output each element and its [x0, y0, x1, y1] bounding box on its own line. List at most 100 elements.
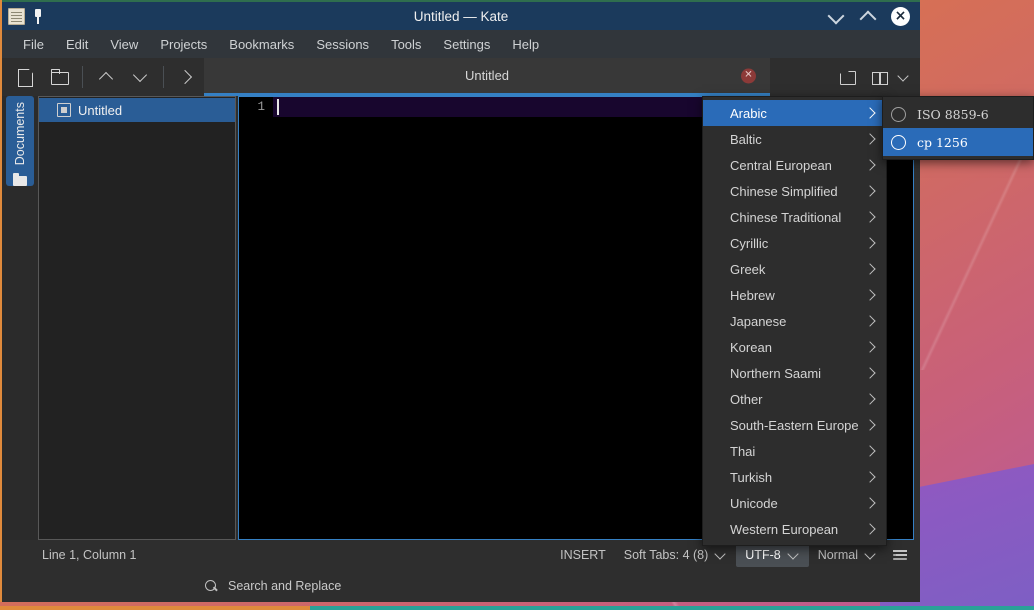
chevron-right-icon — [866, 368, 876, 378]
search-replace-button[interactable]: Search and Replace — [204, 579, 341, 594]
menu-projects[interactable]: Projects — [149, 33, 218, 56]
chevron-right-icon — [866, 394, 876, 404]
menu-item-japanese[interactable]: Japanese — [703, 308, 886, 334]
menu-sessions[interactable]: Sessions — [305, 33, 380, 56]
menu-item-label: Japanese — [730, 313, 787, 329]
menu-item-label: Hebrew — [730, 287, 775, 303]
menu-help[interactable]: Help — [501, 33, 550, 56]
titlebar: Untitled — Kate × — [2, 0, 920, 30]
open-document-button[interactable] — [42, 62, 76, 92]
menu-item-label: Korean — [730, 339, 772, 355]
window-controls: × — [827, 6, 920, 26]
menu-view[interactable]: View — [99, 33, 149, 56]
detach-view-button[interactable] — [830, 62, 864, 92]
pin-icon[interactable] — [31, 8, 45, 25]
menu-item-cyrillic[interactable]: Cyrillic — [703, 230, 886, 256]
chevron-right-icon — [866, 134, 876, 144]
previous-document-button[interactable] — [89, 62, 123, 92]
open-folder-icon — [49, 67, 69, 87]
chevron-right-icon — [866, 420, 876, 430]
split-view-icon — [870, 67, 890, 87]
main-toolbar — [2, 58, 204, 96]
menu-item-central-european[interactable]: Central European — [703, 152, 886, 178]
menu-item-chinese-simplified[interactable]: Chinese Simplified — [703, 178, 886, 204]
cursor-position: Line 1, Column 1 — [42, 548, 137, 562]
menubar: File Edit View Projects Bookmarks Sessio… — [2, 30, 920, 58]
menu-item-label: Thai — [730, 443, 756, 459]
maximize-button[interactable] — [859, 7, 877, 25]
window-title: Untitled — Kate — [413, 8, 509, 24]
document-label: Untitled — [78, 102, 123, 118]
menu-item-thai[interactable]: Thai — [703, 438, 886, 464]
split-view-menu-button[interactable] — [896, 70, 910, 84]
menu-item-label: Western European — [730, 521, 839, 537]
close-icon: × — [894, 8, 907, 24]
menu-item-south-eastern-europe[interactable]: South-Eastern Europe — [703, 412, 886, 438]
menu-item-arabic[interactable]: Arabic — [703, 100, 886, 126]
chevron-right-icon — [866, 108, 876, 118]
next-document-button[interactable] — [123, 62, 157, 92]
menu-item-greek[interactable]: Greek — [703, 256, 886, 282]
menu-edit[interactable]: Edit — [55, 33, 99, 56]
minimize-button[interactable] — [827, 7, 845, 25]
menu-tools[interactable]: Tools — [380, 33, 432, 56]
encoding-label: UTF-8 — [745, 548, 781, 562]
menu-item-western-european[interactable]: Western European — [703, 516, 886, 542]
tab-close-button[interactable]: ✕ — [741, 68, 756, 83]
desktop-bottom-strip — [0, 606, 1034, 610]
chevron-down-icon — [715, 549, 727, 561]
chevron-right-icon — [177, 67, 197, 87]
menu-item-turkish[interactable]: Turkish — [703, 464, 886, 490]
sidebar-tab-documents[interactable]: Documents — [6, 96, 34, 186]
chevron-right-icon — [866, 316, 876, 326]
document-tabbar: Untitled ✕ — [204, 58, 920, 96]
menu-item-chinese-traditional[interactable]: Chinese Traditional — [703, 204, 886, 230]
radio-icon — [891, 134, 906, 150]
menu-item-hebrew[interactable]: Hebrew — [703, 282, 886, 308]
menu-item-label: Northern Saami — [730, 365, 822, 381]
insert-mode-indicator[interactable]: INSERT — [551, 543, 615, 567]
menu-item-unicode[interactable]: Unicode — [703, 490, 886, 516]
charset-item-iso-8859-6[interactable]: ISO 8859-6 — [883, 100, 1033, 128]
menu-item-northern-saami[interactable]: Northern Saami — [703, 360, 886, 386]
chevron-right-icon — [866, 238, 876, 248]
search-replace-label: Search and Replace — [228, 579, 342, 593]
toolbar-separator-2 — [163, 66, 164, 88]
close-button[interactable]: × — [891, 6, 910, 26]
chevron-up-icon — [96, 67, 116, 87]
toolbar-overflow-button[interactable] — [170, 62, 204, 92]
desktop: Untitled — Kate × File Edit View Project… — [0, 0, 1034, 610]
menu-item-label: Cyrillic — [730, 235, 769, 251]
document-icon — [57, 103, 71, 117]
new-document-button[interactable] — [8, 62, 42, 92]
chevron-down-icon — [788, 549, 800, 561]
chevron-down-icon — [865, 549, 877, 561]
list-item[interactable]: Untitled — [39, 98, 235, 122]
menu-item-label: Turkish — [730, 469, 773, 485]
menu-item-other[interactable]: Other — [703, 386, 886, 412]
charset-item-cp-1256[interactable]: cp 1256 — [883, 128, 1033, 156]
menu-settings[interactable]: Settings — [432, 33, 501, 56]
tab-untitled[interactable]: Untitled ✕ — [204, 58, 770, 96]
menu-file[interactable]: File — [12, 33, 55, 56]
tab-label: Untitled — [464, 68, 510, 83]
menu-bookmarks[interactable]: Bookmarks — [218, 33, 305, 56]
search-icon — [204, 579, 219, 594]
tab-settings-label: Soft Tabs: 4 (8) — [623, 548, 709, 562]
search-replace-bar: Search and Replace — [2, 570, 920, 602]
menu-item-label: Arabic — [730, 105, 767, 121]
encoding-dropdown[interactable]: UTF-8 — [736, 543, 809, 567]
text-cursor — [277, 99, 279, 115]
detach-icon — [837, 67, 857, 87]
chevron-right-icon — [866, 446, 876, 456]
menu-item-baltic[interactable]: Baltic — [703, 126, 886, 152]
text-align-icon[interactable] — [892, 548, 908, 562]
chevron-right-icon — [866, 524, 876, 534]
arabic-charset-submenu: ISO 8859-6 cp 1256 — [882, 96, 1034, 160]
menu-item-label: Central European — [730, 157, 832, 173]
split-view-button[interactable] — [868, 62, 892, 92]
menu-item-korean[interactable]: Korean — [703, 334, 886, 360]
mode-dropdown[interactable]: Normal — [809, 543, 886, 567]
sidebar-tabbar: Documents — [2, 96, 38, 540]
tab-settings-dropdown[interactable]: Soft Tabs: 4 (8) — [615, 543, 737, 567]
